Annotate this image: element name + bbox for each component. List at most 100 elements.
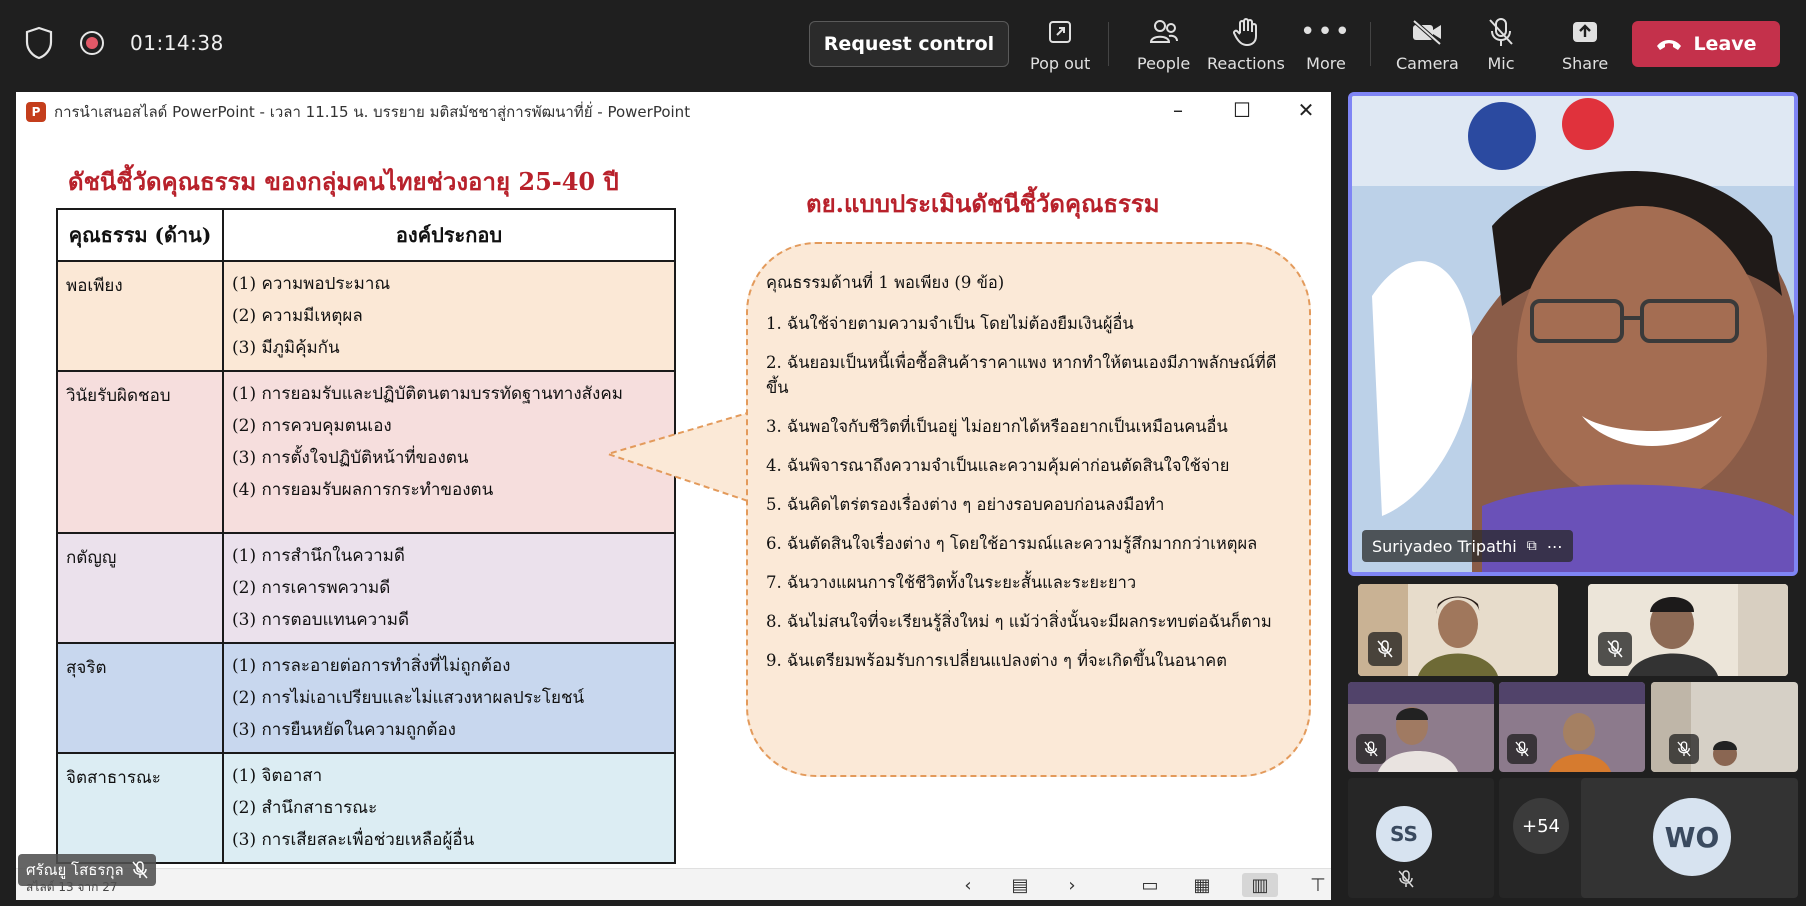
toolbar-divider bbox=[1108, 22, 1109, 66]
powerpoint-icon: P bbox=[26, 102, 46, 122]
virtue-table: คุณธรรม (ด้าน) องค์ประกอบ พอเพียง (1) คว… bbox=[56, 208, 676, 864]
component-item: (1) การสำนึกในความดี bbox=[232, 546, 405, 566]
table-row: กตัญญู (1) การสำนึกในความดี (2) การเคารพ… bbox=[56, 532, 676, 644]
people-icon bbox=[1149, 16, 1179, 48]
questionnaire-heading: คุณธรรมด้านที่ 1 พอเพียง (9 ข้อ) bbox=[766, 273, 1005, 292]
shared-screen: P การนำเสนอสไลด์ PowerPoint - เวลา 11.15… bbox=[16, 92, 1331, 900]
minimize-icon[interactable]: – bbox=[1165, 98, 1191, 122]
virtue-components: (1) ความพอประมาณ (2) ความมีเหตุผล (3) มี… bbox=[222, 260, 676, 372]
virtue-category: พอเพียง bbox=[56, 260, 224, 372]
toolbar-divider bbox=[1370, 22, 1371, 66]
recording-icon bbox=[80, 31, 104, 55]
participant-tile[interactable]: SS bbox=[1348, 778, 1494, 898]
table-header-row: คุณธรรม (ด้าน) องค์ประกอบ bbox=[56, 208, 676, 262]
virtue-category: จิตสาธารณะ bbox=[56, 752, 224, 864]
speaker-video bbox=[1352, 96, 1794, 572]
speaker-video-tile[interactable]: Suriyadeo Tripathi ⧉ ⋯ bbox=[1348, 92, 1798, 576]
people-label: People bbox=[1137, 54, 1191, 73]
component-item: (2) การควบคุมตนเอง bbox=[232, 416, 392, 436]
table-row: จิตสาธารณะ (1) จิตอาสา (2) สำนึกสาธารณะ … bbox=[56, 752, 676, 864]
meeting-timer: 01:14:38 bbox=[130, 31, 224, 55]
component-item: (2) ความมีเหตุผล bbox=[232, 306, 363, 326]
mic-off-icon bbox=[1487, 16, 1515, 48]
participant-tile[interactable] bbox=[1358, 584, 1558, 676]
table-header: องค์ประกอบ bbox=[222, 208, 676, 262]
virtue-category: สุจริต bbox=[56, 642, 224, 754]
camera-off-icon bbox=[1411, 16, 1443, 48]
request-control-button[interactable]: Request control bbox=[809, 21, 1009, 67]
mic-off-icon bbox=[1356, 734, 1386, 764]
reactions-label: Reactions bbox=[1207, 54, 1285, 73]
component-item: (3) การเสียสละเพื่อช่วยเหลือผู้อื่น bbox=[232, 830, 475, 850]
camera-button[interactable]: Camera bbox=[1396, 16, 1459, 76]
presenter-name: ศรัณยู โสธรกุล bbox=[26, 861, 124, 879]
screen-share-icon: ⧉ bbox=[1526, 538, 1537, 554]
more-options-icon: ••• bbox=[1300, 17, 1353, 47]
share-button[interactable]: Share bbox=[1562, 16, 1608, 76]
participant-tile[interactable] bbox=[1499, 682, 1645, 772]
leave-label: Leave bbox=[1693, 33, 1757, 55]
close-icon[interactable]: ✕ bbox=[1293, 98, 1319, 122]
slide-title: ดัชนีชี้วัดคุณธรรม ของกลุ่มคนไทยช่วงอายุ… bbox=[68, 167, 619, 196]
virtue-components: (1) จิตอาสา (2) สำนึกสาธารณะ (3) การเสีย… bbox=[222, 752, 676, 864]
mic-off-icon bbox=[1598, 632, 1632, 666]
example-title: ตย.แบบประเมินดัชนีชี้วัดคุณธรรม bbox=[806, 189, 1160, 218]
component-item: (1) จิตอาสา bbox=[232, 766, 323, 786]
virtue-components: (1) การละอายต่อการทำสิ่งที่ไม่ถูกต้อง (2… bbox=[222, 642, 676, 754]
share-label: Share bbox=[1562, 54, 1609, 73]
mic-off-icon bbox=[1669, 734, 1699, 764]
question-item: 4. ฉันพิจารณาถึงความจำเป็นและความคุ้มค่า… bbox=[766, 456, 1230, 475]
reading-view-icon[interactable]: ▥ bbox=[1242, 873, 1278, 897]
next-slide-icon[interactable]: › bbox=[1060, 873, 1084, 897]
more-button[interactable]: ••• More bbox=[1300, 16, 1352, 76]
window-title: การนำเสนอสไลด์ PowerPoint - เวลา 11.15 น… bbox=[54, 103, 691, 121]
component-item: (1) การยอมรับและปฏิบัติตนตามบรรทัดฐานทาง… bbox=[232, 384, 623, 404]
mic-off-icon bbox=[1398, 870, 1414, 888]
avatar: SS bbox=[1376, 806, 1432, 862]
question-item: 9. ฉันเตรียมพร้อมรับการเปลี่ยนแปลงต่าง ๆ… bbox=[766, 651, 1227, 670]
more-options-icon[interactable]: ⋯ bbox=[1547, 537, 1563, 556]
participant-tile[interactable] bbox=[1651, 682, 1798, 772]
people-button[interactable]: People bbox=[1137, 16, 1190, 76]
shield-icon[interactable] bbox=[24, 26, 54, 60]
overflow-count: +54 bbox=[1513, 798, 1569, 854]
pop-out-button[interactable]: Pop out bbox=[1030, 16, 1090, 76]
slideshow-icon[interactable]: ⊤ bbox=[1306, 873, 1330, 897]
question-item: 1. ฉันใช้จ่ายตามความจำเป็น โดยไม่ต้องยืม… bbox=[766, 314, 1134, 333]
component-item: (2) การเคารพความดี bbox=[232, 578, 391, 598]
leave-button[interactable]: Leave bbox=[1632, 21, 1780, 67]
slide-canvas: ดัชนีชี้วัดคุณธรรม ของกลุ่มคนไทยช่วงอายุ… bbox=[16, 132, 1331, 868]
virtue-category: วินัยรับผิดชอบ bbox=[56, 370, 224, 534]
reactions-button[interactable]: Reactions bbox=[1207, 16, 1285, 76]
virtue-category: กตัญญู bbox=[56, 532, 224, 644]
question-item: 3. ฉันพอใจกับชีวิตที่เป็นอยู่ ไม่อยากได้… bbox=[766, 417, 1228, 436]
question-item: 7. ฉันวางแผนการใช้ชีวิตทั้งในระยะสั้นและ… bbox=[766, 573, 1137, 592]
normal-view-icon[interactable]: ▭ bbox=[1138, 873, 1162, 897]
previous-slide-icon[interactable]: ‹ bbox=[956, 873, 980, 897]
phone-hangup-icon bbox=[1657, 40, 1682, 50]
component-item: (3) มีภูมิคุ้มกัน bbox=[232, 338, 340, 358]
slide-sorter-icon[interactable]: ▤ bbox=[1008, 873, 1032, 897]
component-item: (1) การละอายต่อการทำสิ่งที่ไม่ถูกต้อง bbox=[232, 656, 511, 676]
share-icon bbox=[1571, 16, 1599, 48]
avatar: WO bbox=[1653, 798, 1731, 876]
maximize-icon[interactable]: ☐ bbox=[1229, 98, 1255, 122]
mic-button[interactable]: Mic bbox=[1487, 16, 1515, 76]
presenter-name-tag: ศรัณยู โสธรกุล bbox=[18, 854, 156, 886]
pop-out-icon bbox=[1047, 16, 1073, 48]
participant-tile[interactable] bbox=[1348, 682, 1494, 772]
table-row: สุจริต (1) การละอายต่อการทำสิ่งที่ไม่ถูก… bbox=[56, 642, 676, 754]
table-row: วินัยรับผิดชอบ (1) การยอมรับและปฏิบัติตน… bbox=[56, 370, 676, 534]
question-item: 2. ฉันยอมเป็นหนี้เพื่อซื้อสินค้าราคาแพง … bbox=[766, 353, 1277, 397]
virtue-components: (1) การสำนึกในความดี (2) การเคารพความดี … bbox=[222, 532, 676, 644]
component-item: (2) สำนึกสาธารณะ bbox=[232, 798, 378, 818]
component-item: (3) การยืนหยัดในความถูกต้อง bbox=[232, 720, 456, 740]
participant-tile[interactable] bbox=[1588, 584, 1788, 676]
meeting-toolbar: 01:14:38 Request control Pop out People … bbox=[0, 0, 1806, 90]
participant-tile[interactable]: WO bbox=[1581, 778, 1798, 898]
component-item: (1) ความพอประมาณ bbox=[232, 274, 391, 294]
component-item: (3) การตั้งใจปฏิบัติหน้าที่ของตน bbox=[232, 448, 469, 468]
grid-view-icon[interactable]: ▦ bbox=[1190, 873, 1214, 897]
question-item: 6. ฉันตัดสินใจเรื่องต่าง ๆ โดยใช้อารมณ์แ… bbox=[766, 534, 1258, 553]
mic-label: Mic bbox=[1487, 54, 1515, 73]
